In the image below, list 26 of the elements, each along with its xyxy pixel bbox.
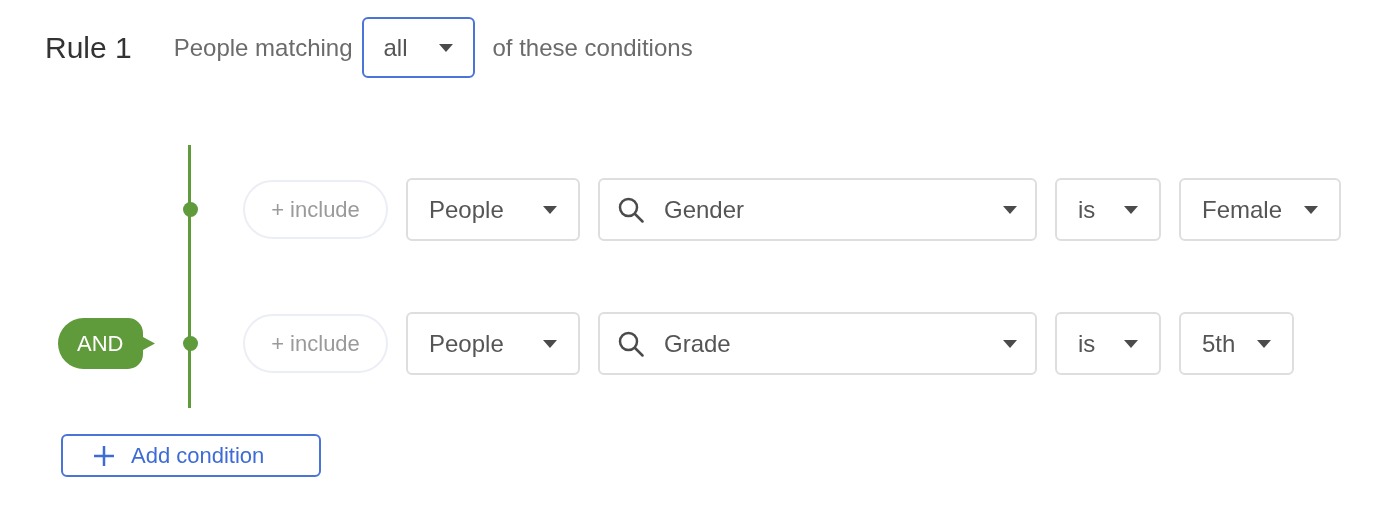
and-badge: AND [58,318,155,369]
entity-dropdown[interactable]: People [406,178,580,241]
operator-dropdown[interactable]: is [1055,312,1161,375]
caret-icon [1257,339,1272,348]
caret-icon [543,205,557,214]
rule-title: Rule 1 [45,30,132,66]
plus-icon [94,445,114,466]
search-icon [618,196,644,223]
caret-icon [543,339,557,348]
field-dropdown[interactable]: Grade [598,312,1037,375]
rule-label: People matching [173,32,353,63]
entity-dropdown[interactable]: People [406,312,580,375]
match-dropdown[interactable]: all [361,17,475,78]
rule-label: of these conditions [492,32,693,63]
caret-icon [1003,205,1017,214]
caret-icon [438,43,453,52]
add-condition-button[interactable]: Add condition [61,434,321,477]
value-dropdown[interactable]: Female [1179,178,1342,241]
caret-icon [1304,205,1319,214]
operator-dropdown[interactable]: is [1055,178,1161,241]
caret-icon [1124,339,1138,348]
field-dropdown[interactable]: Gender [598,178,1037,241]
caret-icon [1003,339,1017,348]
caret-icon [1124,205,1138,214]
search-icon [618,330,644,357]
value-dropdown[interactable]: 5th [1179,312,1295,375]
